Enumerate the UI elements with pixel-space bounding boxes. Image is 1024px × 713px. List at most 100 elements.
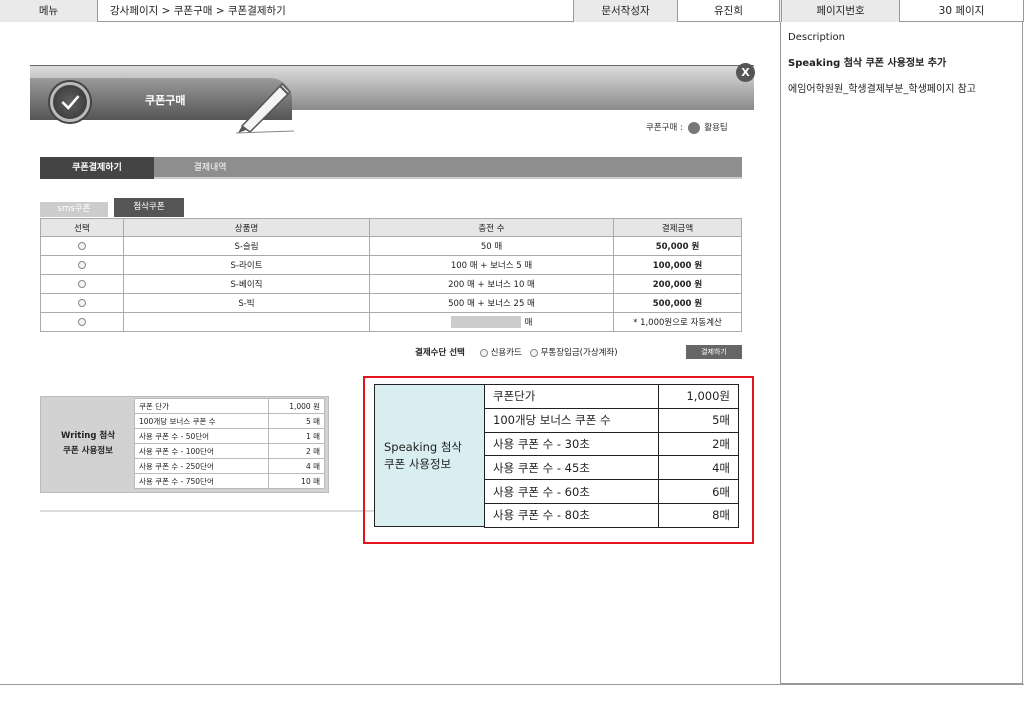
info-value: 10 매 <box>268 473 325 489</box>
custom-unit: 매 <box>524 317 533 328</box>
page-number-label: 페이지번호 <box>782 0 900 22</box>
custom-amount-note: * 1,000원으로 자동계산 <box>613 312 742 332</box>
pencil-icon <box>235 82 295 134</box>
writing-info-label: Writing 첨삭 쿠폰 사용정보 <box>44 400 132 488</box>
table-row[interactable]: S-슬림 50 매 50,000 원 <box>40 236 742 256</box>
info-value: 1,000 원 <box>268 398 325 414</box>
col-amount: 결제금액 <box>613 218 742 237</box>
table-row[interactable]: S-라이트 100 매 + 보너스 5 매 100,000 원 <box>40 255 742 275</box>
table-row: 사용 쿠폰 수 - 60초 6매 <box>484 479 739 504</box>
table-row: 100개당 보너스 쿠폰 수5 매 <box>134 413 325 429</box>
payment-method-label: 결제수단 선택 <box>415 348 465 358</box>
info-key: 쿠폰 단가 <box>134 398 269 414</box>
author-label: 문서작성자 <box>574 0 678 22</box>
speaking-label-line-2: 쿠폰 사용정보 <box>384 456 452 471</box>
credit-card-label: 신용카드 <box>490 348 522 358</box>
bank-transfer-radio[interactable] <box>529 348 538 357</box>
charge-count: 500 매 + 보너스 25 매 <box>369 293 614 313</box>
check-seal-icon <box>50 82 90 122</box>
table-row: 사용 쿠폰 수 - 30초 2매 <box>484 431 739 457</box>
info-key: 사용 쿠폰 수 - 50단어 <box>134 428 269 444</box>
info-key: 사용 쿠폰 수 - 30초 <box>484 431 659 457</box>
charge-count: 200 매 + 보너스 10 매 <box>369 274 614 294</box>
credit-card-radio[interactable] <box>479 348 488 357</box>
speaking-info-table: 쿠폰단가 1,000원 100개당 보너스 쿠폰 수 5매 사용 쿠폰 수 - 30… <box>484 384 739 528</box>
writing-info-table: 쿠폰 단가 1,000 원 100개당 보너스 쿠폰 수5 매 사용 쿠폰 수 -… <box>134 398 325 489</box>
film-reel-icon <box>687 121 700 134</box>
table-row: 사용 쿠폰 수 - 80초 8매 <box>484 502 739 528</box>
info-value: 4 매 <box>268 458 325 474</box>
menu-label: 메뉴 <box>0 0 98 22</box>
table-row: 사용 쿠폰 수 - 750단어 10 매 <box>134 473 325 489</box>
select-radio[interactable] <box>78 279 86 288</box>
select-radio[interactable] <box>78 241 86 250</box>
table-row-custom[interactable]: 매 * 1,000원으로 자동계산 <box>40 312 742 332</box>
product-name-empty <box>123 312 370 332</box>
info-value: 2매 <box>658 431 739 457</box>
info-value: 1,000원 <box>658 384 739 409</box>
col-charge-count: 충전 수 <box>369 218 614 237</box>
product-name: S-슬림 <box>123 236 370 256</box>
info-key: 사용 쿠폰 수 - 750단어 <box>134 473 269 489</box>
product-name: S-베이직 <box>123 274 370 294</box>
usage-tip-prefix: 쿠폰구매 : <box>646 123 683 133</box>
subtab-correction-coupon[interactable]: 첨삭쿠폰 <box>114 198 184 217</box>
description-panel: Description Speaking 첨삭 쿠폰 사용정보 추가 에임어학원… <box>780 22 1023 684</box>
info-key: 100개당 보너스 쿠폰 수 <box>484 407 659 433</box>
select-radio[interactable] <box>78 317 86 326</box>
payment-method: 결제수단 선택 신용카드 무통장입금(가상계좌) <box>415 346 618 358</box>
table-row[interactable]: S-베이직 200 매 + 보너스 10 매 200,000 원 <box>40 274 742 294</box>
writing-label-line-2: 쿠폰 사용정보 <box>63 446 113 456</box>
description-line-1: Speaking 첨삭 쿠폰 사용정보 추가 <box>788 58 947 69</box>
document-header: 메뉴 강사페이지 > 쿠폰구매 > 쿠폰결제하기 문서작성자 유진희 페이지번호… <box>0 0 1024 22</box>
table-row: 사용 쿠폰 수 - 250단어 4 매 <box>134 458 325 474</box>
bank-transfer-label: 무통장입금(가상계좌) <box>540 348 618 358</box>
info-value: 5매 <box>658 407 739 433</box>
col-product-name: 상품명 <box>123 218 370 237</box>
table-row[interactable]: S-빅 500 매 + 보너스 25 매 500,000 원 <box>40 293 742 313</box>
description-line-2: 에임어학원원_학생결제부분_학생페이지 참고 <box>788 84 976 95</box>
info-key: 사용 쿠폰 수 - 100단어 <box>134 443 269 459</box>
author-name: 유진희 <box>678 0 780 22</box>
info-key: 사용 쿠폰 수 - 250단어 <box>134 458 269 474</box>
info-value: 6매 <box>658 479 739 504</box>
charge-count: 50 매 <box>369 236 614 256</box>
table-row: 쿠폰단가 1,000원 <box>484 384 739 409</box>
select-radio[interactable] <box>78 260 86 269</box>
info-key: 쿠폰단가 <box>484 384 659 409</box>
amount: 50,000 원 <box>613 236 742 256</box>
select-radio[interactable] <box>78 298 86 307</box>
table-row: 사용 쿠폰 수 - 50단어 1 매 <box>134 428 325 444</box>
popup-title: 쿠폰구매 <box>145 94 186 107</box>
pay-button[interactable]: 결제하기 <box>686 345 742 359</box>
usage-tip[interactable]: 쿠폰구매 : 활용팁 <box>646 121 728 134</box>
custom-quantity-input[interactable] <box>450 316 521 329</box>
breadcrumb: 강사페이지 > 쿠폰구매 > 쿠폰결제하기 <box>98 0 574 22</box>
tab-payment-history[interactable]: 결제내역 <box>180 157 240 179</box>
info-value: 4매 <box>658 455 739 481</box>
tab-coupon-payment[interactable]: 쿠폰결제하기 <box>40 157 154 179</box>
usage-tip-link[interactable]: 활용팁 <box>704 123 727 133</box>
info-value: 2 매 <box>268 443 325 459</box>
amount: 500,000 원 <box>613 293 742 313</box>
speaking-label-line-1: Speaking 첨삭 <box>384 439 462 454</box>
info-key: 사용 쿠폰 수 - 80초 <box>484 502 659 528</box>
description-title: Description <box>788 32 845 43</box>
info-value: 8매 <box>658 502 739 528</box>
amount: 100,000 원 <box>613 255 742 275</box>
table-row: 사용 쿠폰 수 - 45초 4매 <box>484 455 739 481</box>
speaking-info-label: Speaking 첨삭 쿠폰 사용정보 <box>374 384 485 527</box>
charge-count: 100 매 + 보너스 5 매 <box>369 255 614 275</box>
product-table: 선택 상품명 충전 수 결제금액 S-슬림 50 매 50,000 원 S-라이… <box>40 218 742 332</box>
product-name: S-라이트 <box>123 255 370 275</box>
page-bottom-divider <box>0 684 1024 685</box>
product-name: S-빅 <box>123 293 370 313</box>
subtab-sms-coupon[interactable]: sms쿠폰 <box>40 202 108 217</box>
table-row: 100개당 보너스 쿠폰 수 5매 <box>484 407 739 433</box>
info-value: 5 매 <box>268 413 325 429</box>
close-button[interactable]: X <box>736 63 755 82</box>
info-key: 사용 쿠폰 수 - 45초 <box>484 455 659 481</box>
table-row: 쿠폰 단가 1,000 원 <box>134 398 325 414</box>
info-key: 사용 쿠폰 수 - 60초 <box>484 479 659 504</box>
table-row: 사용 쿠폰 수 - 100단어 2 매 <box>134 443 325 459</box>
